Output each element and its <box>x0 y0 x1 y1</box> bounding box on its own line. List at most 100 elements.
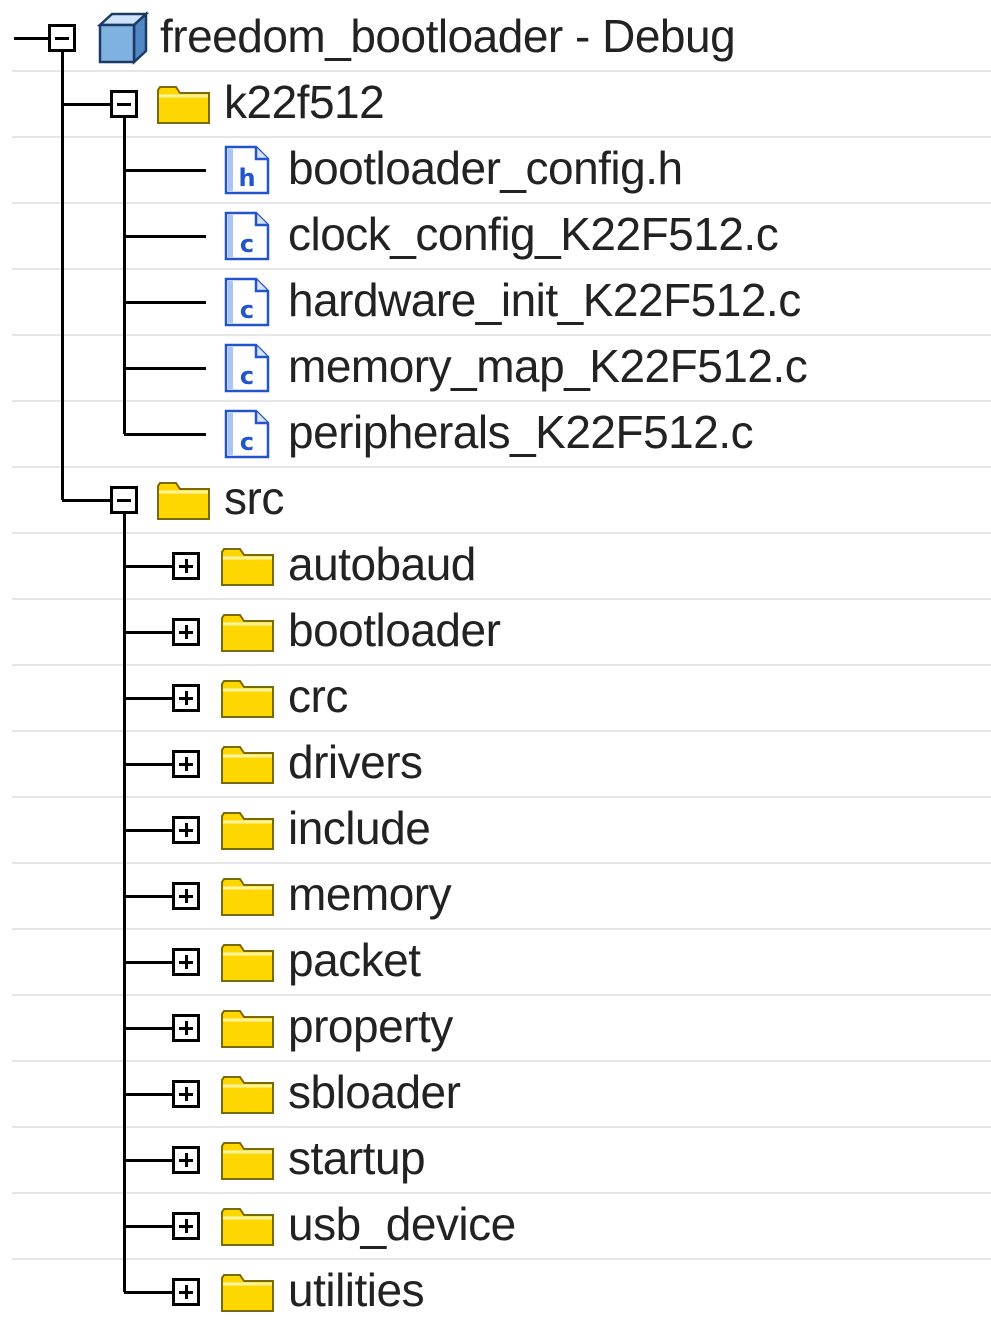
folder-icon <box>156 478 212 522</box>
row-separator <box>12 862 991 864</box>
folder-node-startup[interactable]: startup <box>288 1133 426 1183</box>
row-separator <box>12 994 991 996</box>
file-node-memory-map-k22f512-c[interactable]: memory_map_K22F512.c <box>288 341 808 391</box>
folder-icon <box>220 1138 276 1182</box>
folder-icon <box>220 742 276 786</box>
folder-node-drivers[interactable]: drivers <box>288 737 423 787</box>
row-separator <box>12 1258 991 1260</box>
tree-connector <box>124 367 206 370</box>
h-file-icon: h <box>224 145 270 195</box>
folder-node-utilities[interactable]: utilities <box>288 1265 425 1315</box>
folder-node-packet[interactable]: packet <box>288 935 421 985</box>
row-separator <box>12 928 991 930</box>
tree-connector <box>62 499 110 502</box>
tree-connector <box>123 118 126 434</box>
expand-toggle-sbloader[interactable] <box>172 1080 200 1108</box>
tree-connector <box>124 1027 172 1030</box>
project-cube-icon <box>96 11 150 65</box>
folder-icon <box>220 544 276 588</box>
file-node-peripherals-k22f512-c[interactable]: peripherals_K22F512.c <box>288 407 754 457</box>
expand-toggle-crc[interactable] <box>172 684 200 712</box>
collapse-toggle-k22f512[interactable] <box>110 90 138 118</box>
expand-toggle-packet[interactable] <box>172 948 200 976</box>
expand-toggle-bootloader[interactable] <box>172 618 200 646</box>
folder-icon <box>220 610 276 654</box>
tree-connector <box>124 1291 172 1294</box>
folder-node-property[interactable]: property <box>288 1001 453 1051</box>
folder-node-memory[interactable]: memory <box>288 869 452 919</box>
tree-connector <box>124 829 172 832</box>
row-separator <box>12 1060 991 1062</box>
file-node-hardware-init-k22f512-c[interactable]: hardware_init_K22F512.c <box>288 275 801 325</box>
folder-node-k22f512[interactable]: k22f512 <box>224 77 385 127</box>
tree-connector <box>124 763 172 766</box>
folder-icon <box>220 1270 276 1314</box>
file-node-bootloader-config-h[interactable]: bootloader_config.h <box>288 143 683 193</box>
tree-connector <box>124 631 172 634</box>
folder-node-bootloader[interactable]: bootloader <box>288 605 501 655</box>
project-tree: freedom_bootloader - Debug k22f512 h bootlo… <box>0 0 991 1322</box>
tree-connector <box>124 1159 172 1162</box>
tree-connector <box>124 565 172 568</box>
tree-connector <box>124 961 172 964</box>
folder-icon <box>220 940 276 984</box>
row-separator <box>12 70 991 72</box>
row-separator <box>12 136 991 138</box>
expand-toggle-startup[interactable] <box>172 1146 200 1174</box>
expand-toggle-drivers[interactable] <box>172 750 200 778</box>
expand-toggle-usb-device[interactable] <box>172 1212 200 1240</box>
svg-text:h: h <box>238 164 255 192</box>
c-file-icon: c <box>224 211 270 261</box>
folder-icon <box>220 1204 276 1248</box>
folder-node-src[interactable]: src <box>224 473 284 523</box>
tree-connector <box>14 37 48 40</box>
expand-toggle-autobaud[interactable] <box>172 552 200 580</box>
row-separator <box>12 796 991 798</box>
folder-node-include[interactable]: include <box>288 803 431 853</box>
tree-connector <box>124 1093 172 1096</box>
folder-icon <box>156 82 212 126</box>
expand-toggle-property[interactable] <box>172 1014 200 1042</box>
svg-text:c: c <box>240 428 254 456</box>
row-separator <box>12 202 991 204</box>
c-file-icon: c <box>224 343 270 393</box>
collapse-toggle-src[interactable] <box>110 486 138 514</box>
row-separator <box>12 598 991 600</box>
folder-node-crc[interactable]: crc <box>288 671 348 721</box>
tree-connector <box>124 169 206 172</box>
folder-icon <box>220 676 276 720</box>
tree-connector <box>124 697 172 700</box>
tree-connector <box>124 235 206 238</box>
folder-icon <box>220 874 276 918</box>
file-node-clock-config-k22f512-c[interactable]: clock_config_K22F512.c <box>288 209 779 259</box>
row-separator <box>12 532 991 534</box>
expand-toggle-memory[interactable] <box>172 882 200 910</box>
row-separator <box>12 730 991 732</box>
folder-icon <box>220 808 276 852</box>
row-separator <box>12 334 991 336</box>
row-separator <box>12 400 991 402</box>
folder-node-usb-device[interactable]: usb_device <box>288 1199 516 1249</box>
expand-toggle-include[interactable] <box>172 816 200 844</box>
c-file-icon: c <box>224 409 270 459</box>
project-node-label[interactable]: freedom_bootloader - Debug <box>160 11 736 61</box>
svg-text:c: c <box>240 230 254 258</box>
tree-connector <box>61 52 64 500</box>
svg-text:c: c <box>240 362 254 390</box>
collapse-toggle-freedom-bootloader-debug[interactable] <box>48 24 76 52</box>
tree-connector <box>124 301 206 304</box>
row-separator <box>12 268 991 270</box>
folder-node-sbloader[interactable]: sbloader <box>288 1067 461 1117</box>
folder-node-autobaud[interactable]: autobaud <box>288 539 476 589</box>
expand-toggle-utilities[interactable] <box>172 1278 200 1306</box>
row-separator <box>12 466 991 468</box>
folder-icon <box>220 1072 276 1116</box>
tree-connector <box>62 103 110 106</box>
row-separator <box>12 1126 991 1128</box>
tree-connector <box>124 895 172 898</box>
tree-connector <box>124 1225 172 1228</box>
row-separator <box>12 1192 991 1194</box>
c-file-icon: c <box>224 277 270 327</box>
svg-text:c: c <box>240 296 254 324</box>
tree-connector <box>124 433 206 436</box>
